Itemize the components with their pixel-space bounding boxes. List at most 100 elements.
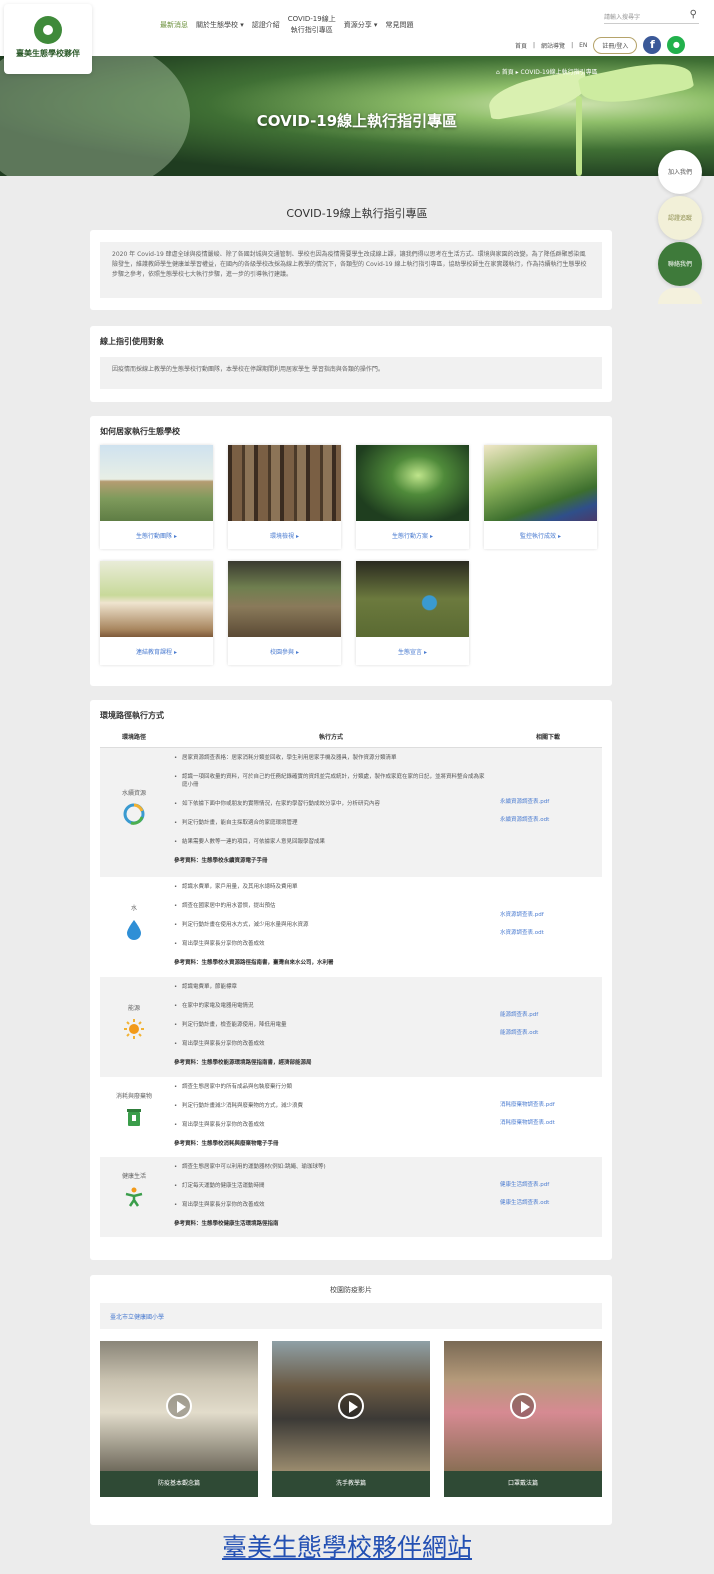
site-title-link[interactable]: 臺美生態學校夥伴網站 bbox=[222, 1528, 472, 1564]
school-name-link[interactable]: 臺北市立健康國小學 bbox=[100, 1303, 602, 1329]
howto-tile-label[interactable]: 生態宣言 ▸ bbox=[356, 637, 469, 656]
table-row: 水 認識水費單，家戶用量，及其用水總時及費用單 調查在國家居中的用水習慣，提出預… bbox=[100, 877, 602, 977]
howto-tile-label[interactable]: 生態行動方案 ▸ bbox=[356, 521, 469, 540]
video-thumbnail bbox=[444, 1341, 602, 1471]
howto-tile[interactable]: 生態宣言 ▸ bbox=[356, 561, 469, 665]
category-cell: 水續資源 bbox=[100, 747, 168, 877]
method-item: 在家中的家電及電器用電情況 bbox=[174, 1002, 488, 1010]
download-link[interactable]: 消耗廢棄物調查表.pdf bbox=[500, 1101, 596, 1109]
usage-card: 線上指引使用對象 因疫情而採線上教學的生態學校行動團隊，本學校在停課期間利用居家… bbox=[90, 326, 612, 402]
play-icon[interactable] bbox=[510, 1393, 536, 1419]
site-header: 臺美生態學校夥伴 最新消息 關於生態學校 ▾ 認證介紹 COVID-19線上 執… bbox=[0, 0, 714, 74]
method-item: 如下依據下面中你或朋友的實際情況，在家的學習行動成效分享中，分析研究內容 bbox=[174, 800, 488, 808]
sun-icon bbox=[123, 1018, 145, 1040]
video-card[interactable]: 口罩戴法篇 bbox=[444, 1341, 602, 1497]
util-english-link[interactable]: EN bbox=[579, 42, 587, 49]
side-button-partial bbox=[658, 288, 702, 304]
page-title: COVID-19線上執行指引專區 bbox=[286, 207, 428, 220]
howto-card: 如何居家執行生態學校 生態行動團隊 ▸ 環境檢視 ▸ 生態行動方案 ▸ 監控執行… bbox=[90, 416, 612, 686]
download-link[interactable]: 健康生活調查表.pdf bbox=[500, 1181, 596, 1189]
table-row: 水續資源 居家資源調查表格：居家消耗分類並回收，學生利用居家手機及器具，製作資源… bbox=[100, 747, 602, 877]
video-caption: 口罩戴法篇 bbox=[444, 1471, 602, 1497]
recycle-circle-icon bbox=[123, 803, 145, 825]
util-divider: | bbox=[571, 41, 574, 49]
howto-title: 如何居家執行生態學校 bbox=[100, 427, 180, 436]
video-thumbnail bbox=[100, 1341, 258, 1471]
howto-tile[interactable]: 生態行動團隊 ▸ bbox=[100, 445, 213, 549]
method-item: 判定行動計畫在使用水方式，減少用水量與用水資源 bbox=[174, 921, 488, 929]
howto-grid: 生態行動團隊 ▸ 環境檢視 ▸ 生態行動方案 ▸ 監控執行成效 ▸ 連結教育課程… bbox=[100, 445, 602, 665]
facebook-icon[interactable]: f bbox=[643, 36, 662, 54]
site-logo[interactable]: 臺美生態學校夥伴 bbox=[4, 4, 92, 74]
nav-about[interactable]: 關於生態學校 ▾ bbox=[196, 20, 244, 30]
logo-text: 臺美生態學校夥伴 bbox=[16, 49, 80, 58]
line-icon[interactable]: ● bbox=[667, 36, 686, 54]
method-item: 訂定每天運動的健康生活運動時間 bbox=[174, 1182, 488, 1190]
howto-tile[interactable]: 校園參與 ▸ bbox=[228, 561, 341, 665]
nav-covid[interactable]: COVID-19線上 執行指引專區 bbox=[288, 14, 336, 36]
download-link[interactable]: 永續資源調查表.pdf bbox=[500, 798, 596, 806]
howto-tile-label[interactable]: 連結教育課程 ▸ bbox=[100, 637, 213, 656]
method-item: 判定行動計畫，能自主採取適合的家庭環境管理 bbox=[174, 819, 488, 827]
main-nav: 最新消息 關於生態學校 ▾ 認證介紹 COVID-19線上 執行指引專區 資源分… bbox=[160, 14, 413, 36]
nav-certification[interactable]: 認證介紹 bbox=[252, 20, 280, 30]
howto-tile[interactable]: 監控執行成效 ▸ bbox=[484, 445, 597, 549]
download-cell: 健康生活調查表.pdf 健康生活調查表.odt bbox=[494, 1157, 602, 1237]
search-icon[interactable]: ⚲ bbox=[690, 9, 697, 20]
download-link[interactable]: 水資源調查表.pdf bbox=[500, 911, 596, 919]
util-home-link[interactable]: 首頁 bbox=[515, 41, 527, 50]
method-item: 判定行動計畫減少消耗與廢棄物的方式，減少浪費 bbox=[174, 1102, 488, 1110]
play-icon[interactable] bbox=[166, 1393, 192, 1419]
intro-card: 2020 年 Covid-19 肆虐全球與疫情嚴峻、除了各國封城與交通管制、學校… bbox=[90, 230, 612, 310]
video-list: 防疫基本觀念篇 洗手教學篇 口罩戴法篇 bbox=[100, 1341, 602, 1497]
table-row: 消耗與廢棄物 調查生態居家中的所有成品與包裝廢棄行分類 判定行動計畫減少消耗與廢… bbox=[100, 1077, 602, 1157]
download-link[interactable]: 健康生活調查表.odt bbox=[500, 1199, 596, 1207]
howto-tile[interactable]: 連結教育課程 ▸ bbox=[100, 561, 213, 665]
fitness-person-icon bbox=[123, 1186, 145, 1208]
nav-resources[interactable]: 資源分享 ▾ bbox=[344, 20, 378, 30]
video-caption: 洗手教學篇 bbox=[272, 1471, 430, 1497]
contact-us-button[interactable]: 聯絡我們 bbox=[658, 242, 702, 286]
nav-faq[interactable]: 常見問題 bbox=[385, 20, 413, 30]
download-link[interactable]: 消耗廢棄物調查表.odt bbox=[500, 1119, 596, 1127]
download-link[interactable]: 能源調查表.pdf bbox=[500, 1011, 596, 1019]
howto-tile-label[interactable]: 校園參與 ▸ bbox=[228, 637, 341, 656]
category-cell: 健康生活 bbox=[100, 1157, 168, 1237]
nav-news[interactable]: 最新消息 bbox=[160, 20, 188, 30]
method-cell: 認識水費單，家戶用量，及其用水總時及費用單 調查在國家居中的用水習慣，提出預估 … bbox=[168, 877, 494, 977]
howto-tile[interactable]: 環境檢視 ▸ bbox=[228, 445, 341, 549]
category-label: 水續資源 bbox=[121, 789, 146, 797]
category-label: 能源 bbox=[127, 1005, 140, 1012]
util-divider: | bbox=[533, 41, 536, 49]
breadcrumb[interactable]: ⌂ 首頁 ▸ COVID-19線上執行指引專區 bbox=[496, 67, 598, 76]
download-link[interactable]: 永續資源調查表.odt bbox=[500, 816, 596, 824]
videos-title: 校園防疫影片 bbox=[330, 1286, 372, 1294]
howto-tile-label[interactable]: 生態行動團隊 ▸ bbox=[100, 521, 213, 540]
howto-tile[interactable]: 生態行動方案 ▸ bbox=[356, 445, 469, 549]
join-us-button[interactable]: 加入我們 bbox=[658, 150, 702, 194]
usage-text: 因疫情而採線上教學的生態學校行動團隊，本學校在停課期間利用居家學生 學習指南與各… bbox=[100, 357, 602, 389]
howto-tile-label[interactable]: 環境檢視 ▸ bbox=[228, 521, 341, 540]
video-card[interactable]: 防疫基本觀念篇 bbox=[100, 1341, 258, 1497]
method-item: 認識水費單，家戶用量，及其用水總時及費用單 bbox=[174, 883, 488, 891]
reference-text: 參考資料：生態學校健康生活環境路徑指南 bbox=[174, 1221, 279, 1227]
search-placeholder: 請輸入搜尋字 bbox=[604, 14, 641, 21]
nav-covid-line1: COVID-19線上 bbox=[287, 15, 336, 23]
utility-links: 首頁 | 網站導覽 | EN 註冊/登入 f ● bbox=[515, 36, 686, 54]
download-link[interactable]: 水資源調查表.odt bbox=[500, 929, 596, 937]
method-item: 寫出學生與家長分享你的改善成效 bbox=[174, 1121, 488, 1129]
download-link[interactable]: 能源調查表.odt bbox=[500, 1029, 596, 1037]
forest-image bbox=[228, 445, 341, 521]
howto-tile-label[interactable]: 監控執行成效 ▸ bbox=[484, 521, 597, 540]
download-cell: 永續資源調查表.pdf 永續資源調查表.odt bbox=[494, 747, 602, 877]
globe-grass-image bbox=[356, 561, 469, 637]
method-item: 調查生態居家中可以利用的運動器材(例如:跳繩、瑜珈球等) bbox=[174, 1163, 488, 1171]
sprout-leaf-right bbox=[577, 56, 695, 112]
method-item: 寫出學生與家長分享你的改善成效 bbox=[174, 940, 488, 948]
video-card[interactable]: 洗手教學篇 bbox=[272, 1341, 430, 1497]
util-sitemap-link[interactable]: 網站導覽 bbox=[541, 41, 565, 50]
search-input[interactable]: 請輸入搜尋字 ⚲ bbox=[604, 8, 699, 24]
video-thumbnail bbox=[272, 1341, 430, 1471]
login-button[interactable]: 註冊/登入 bbox=[593, 36, 638, 54]
play-icon[interactable] bbox=[338, 1393, 364, 1419]
